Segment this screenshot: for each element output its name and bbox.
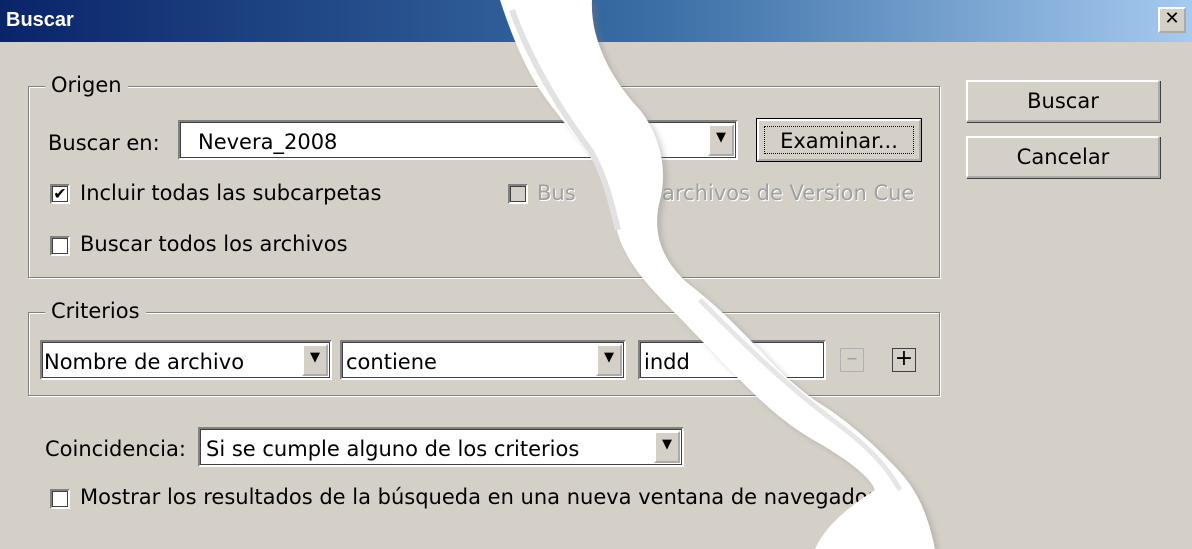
window-title: Buscar [6,9,74,31]
criteria-operator-select[interactable]: contiene ▼ [340,340,626,380]
title-bar: Buscar ✕ [0,0,1192,42]
version-cue-label-right: archivos de Version Cue [662,181,915,205]
chevron-down-icon[interactable]: ▼ [708,124,734,156]
criteria-value-text: indd [644,350,690,374]
match-value: Si se cumple alguno de los criterios [206,437,580,461]
add-criteria-button[interactable]: + [892,348,916,372]
criteria-legend: Criterios [45,299,146,323]
show-results-checkbox[interactable] [50,489,70,509]
close-button[interactable]: ✕ [1158,7,1186,33]
check-icon: ✔ [53,184,67,203]
origin-legend: Origen [45,73,128,97]
show-results-label[interactable]: Mostrar los resultados de la búsqueda en… [80,485,876,509]
browse-button-label: Examinar... [764,126,914,154]
search-button-label: Buscar [1027,89,1099,113]
cancel-button-label: Cancelar [1016,145,1110,169]
remove-criteria-button[interactable]: – [840,348,864,372]
criteria-operator-value: contiene [346,350,437,374]
look-in-label: Buscar en: [48,131,160,155]
cancel-button[interactable]: Cancelar [966,136,1160,178]
criteria-field-value: Nombre de archivo [44,350,245,374]
search-all-files-label[interactable]: Buscar todos los archivos [80,232,348,256]
chevron-down-icon[interactable]: ▼ [654,431,680,463]
search-all-files-checkbox[interactable] [50,236,70,256]
look-in-value: Nevera_2008 [198,130,338,154]
criteria-value-input[interactable]: indd [638,340,826,380]
include-subfolders-checkbox[interactable]: ✔ [50,184,70,204]
version-cue-checkbox[interactable] [508,184,528,204]
chevron-down-icon[interactable]: ▼ [302,344,328,376]
close-icon: ✕ [1164,8,1180,29]
match-label: Coincidencia: [45,437,186,461]
search-button[interactable]: Buscar [966,80,1160,122]
match-select[interactable]: Si se cumple alguno de los criterios ▼ [198,427,684,467]
plus-icon: + [894,346,914,371]
look-in-select[interactable]: Nevera_2008 ▼ [178,120,738,160]
criteria-field-select[interactable]: Nombre de archivo ▼ [40,340,332,380]
browse-button[interactable]: Examinar... [756,118,922,162]
minus-icon: – [846,346,858,371]
include-subfolders-label[interactable]: Incluir todas las subcarpetas [80,181,381,205]
version-cue-label-left: Bus [537,181,576,205]
chevron-down-icon[interactable]: ▼ [596,344,622,376]
